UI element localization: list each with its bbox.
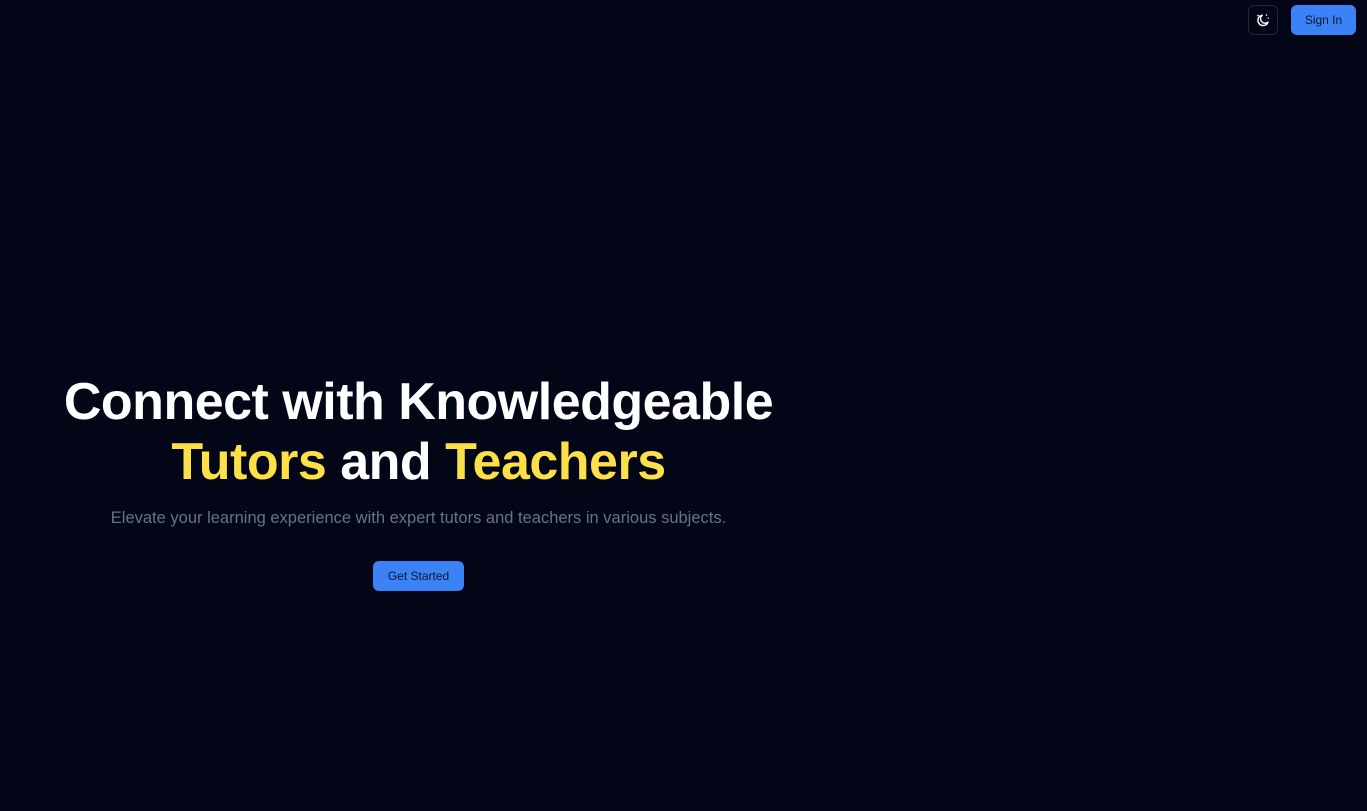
landing-page: Sign In Connect with Knowledgeable Tutor…: [0, 0, 1367, 811]
moon-stars-icon: [1255, 12, 1271, 28]
headline-text-and: and: [340, 433, 432, 491]
sign-in-button[interactable]: Sign In: [1291, 5, 1356, 35]
hero-headline: Connect with Knowledgeable Tutors and Te…: [40, 372, 797, 492]
hero-subtitle: Elevate your learning experience with ex…: [110, 509, 727, 527]
headline-text: Connect with Knowledgeable: [63, 373, 774, 431]
get-started-button[interactable]: Get Started: [373, 561, 464, 591]
top-navigation: Sign In: [1248, 5, 1356, 35]
headline-accent-teachers: Teachers: [445, 433, 666, 491]
hero-section: Connect with Knowledgeable Tutors and Te…: [40, 372, 797, 591]
headline-accent-tutors: Tutors: [171, 433, 327, 491]
theme-toggle-button[interactable]: [1248, 5, 1278, 35]
